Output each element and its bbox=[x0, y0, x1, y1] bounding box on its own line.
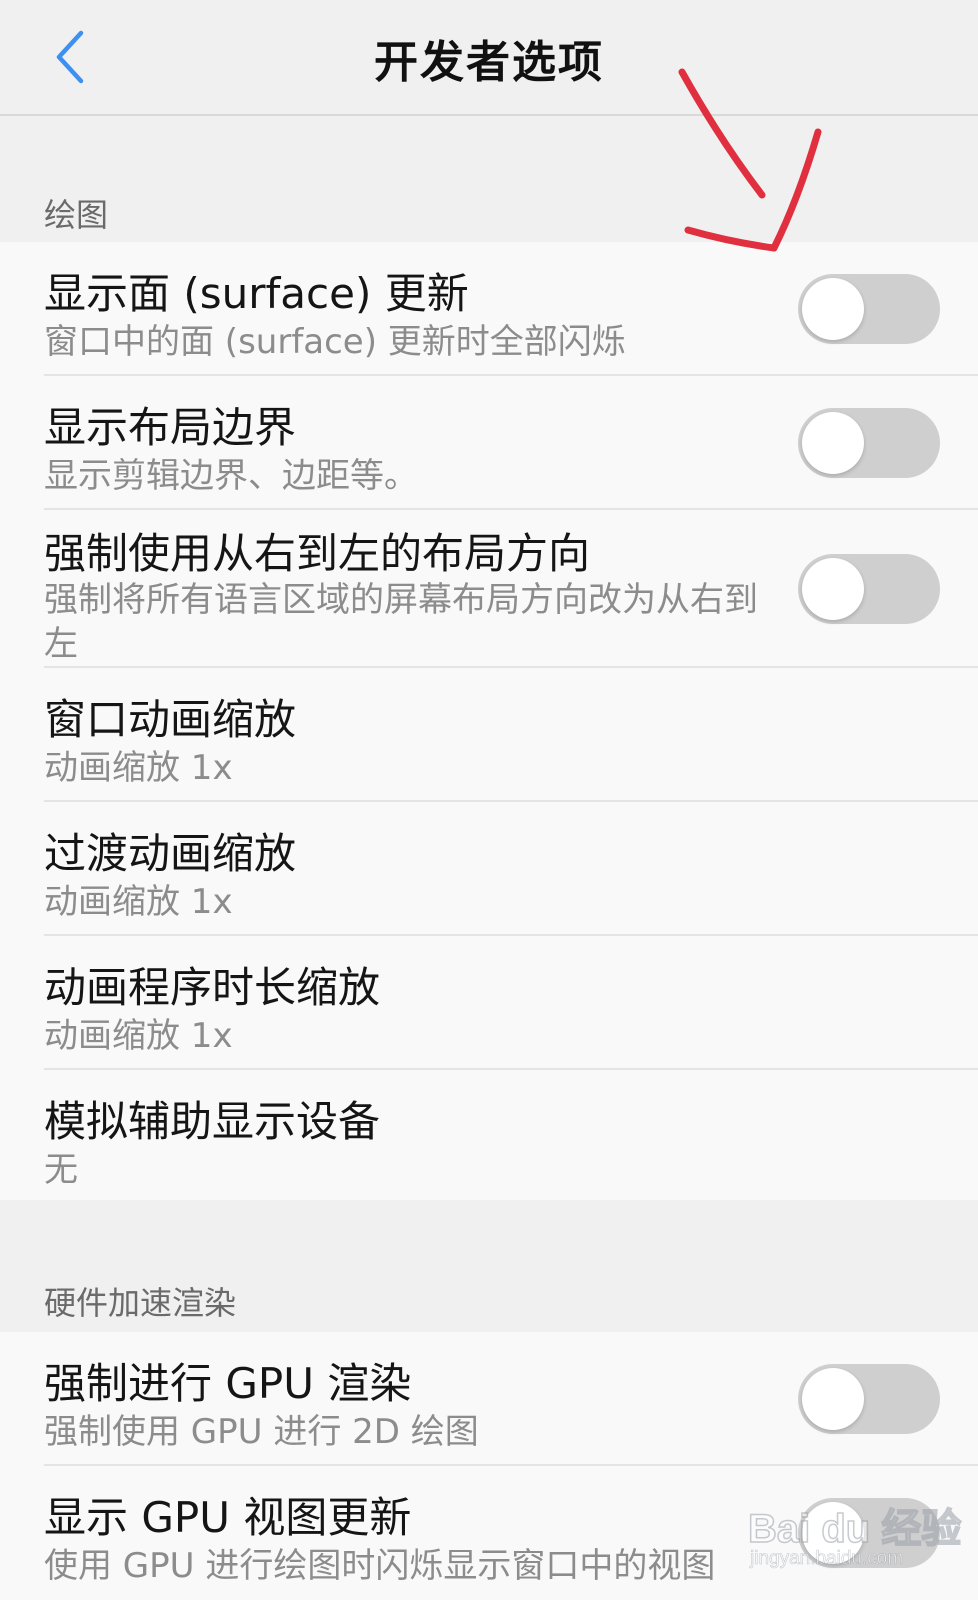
setting-subtitle: 窗口中的面 (surface) 更新时全部闪烁 bbox=[44, 322, 626, 362]
toggle-switch[interactable] bbox=[798, 554, 940, 624]
setting-row-window-animation-scale[interactable]: 窗口动画缩放 动画缩放 1x bbox=[0, 668, 978, 802]
setting-title: 过渡动画缩放 bbox=[44, 829, 297, 878]
setting-title: 动画程序时长缩放 bbox=[44, 963, 381, 1012]
setting-title: 显示面 (surface) 更新 bbox=[44, 269, 469, 318]
setting-subtitle: 无 bbox=[44, 1150, 78, 1190]
setting-row-show-layout-bounds[interactable]: 显示布局边界 显示剪辑边界、边距等。 bbox=[0, 376, 978, 510]
settings-group-drawing: 显示面 (surface) 更新 窗口中的面 (surface) 更新时全部闪烁… bbox=[0, 242, 978, 1200]
setting-row-transition-animation-scale[interactable]: 过渡动画缩放 动画缩放 1x bbox=[0, 802, 978, 936]
toggle-knob bbox=[802, 1502, 864, 1564]
setting-title: 模拟辅助显示设备 bbox=[44, 1097, 381, 1146]
toggle-knob bbox=[802, 412, 864, 474]
page-title: 开发者选项 bbox=[374, 37, 604, 88]
section-title-hardware-rendering: 硬件加速渲染 bbox=[44, 1284, 237, 1322]
setting-subtitle: 动画缩放 1x bbox=[44, 882, 233, 922]
setting-title: 强制进行 GPU 渲染 bbox=[44, 1359, 412, 1408]
toggle-switch[interactable] bbox=[798, 274, 940, 344]
setting-title: 窗口动画缩放 bbox=[44, 695, 297, 744]
toggle-switch[interactable] bbox=[798, 1498, 940, 1568]
setting-row-show-gpu-view-updates[interactable]: 显示 GPU 视图更新 使用 GPU 进行绘图时闪烁显示窗口中的视图 bbox=[0, 1466, 978, 1600]
setting-title: 显示布局边界 bbox=[44, 403, 297, 452]
toggle-knob bbox=[802, 1368, 864, 1430]
setting-row-force-rtl[interactable]: 强制使用从右到左的布局方向 强制将所有语言区域的屏幕布局方向改为从右到左 bbox=[0, 510, 978, 668]
setting-row-force-gpu-rendering[interactable]: 强制进行 GPU 渲染 强制使用 GPU 进行 2D 绘图 bbox=[0, 1332, 978, 1466]
settings-group-hardware-rendering: 强制进行 GPU 渲染 强制使用 GPU 进行 2D 绘图 显示 GPU 视图更… bbox=[0, 1332, 978, 1600]
setting-subtitle: 动画缩放 1x bbox=[44, 1016, 233, 1056]
setting-subtitle: 使用 GPU 进行绘图时闪烁显示窗口中的视图 bbox=[44, 1546, 716, 1586]
setting-title: 强制使用从右到左的布局方向 bbox=[44, 529, 591, 578]
setting-subtitle: 动画缩放 1x bbox=[44, 748, 233, 788]
setting-row-show-surface-updates[interactable]: 显示面 (surface) 更新 窗口中的面 (surface) 更新时全部闪烁 bbox=[0, 242, 978, 376]
setting-subtitle: 强制使用 GPU 进行 2D 绘图 bbox=[44, 1412, 479, 1452]
toggle-knob bbox=[802, 558, 864, 620]
toggle-knob bbox=[802, 278, 864, 340]
setting-subtitle: 强制将所有语言区域的屏幕布局方向改为从右到左 bbox=[44, 580, 758, 664]
setting-row-animator-duration-scale[interactable]: 动画程序时长缩放 动画缩放 1x bbox=[0, 936, 978, 1070]
toggle-switch[interactable] bbox=[798, 1364, 940, 1434]
toggle-switch[interactable] bbox=[798, 408, 940, 478]
section-title-drawing: 绘图 bbox=[44, 196, 109, 234]
setting-row-simulate-secondary-display[interactable]: 模拟辅助显示设备 无 bbox=[0, 1070, 978, 1200]
setting-title: 显示 GPU 视图更新 bbox=[44, 1493, 412, 1542]
setting-subtitle: 显示剪辑边界、边距等。 bbox=[44, 456, 418, 496]
title-bar: 开发者选项 bbox=[0, 0, 978, 116]
